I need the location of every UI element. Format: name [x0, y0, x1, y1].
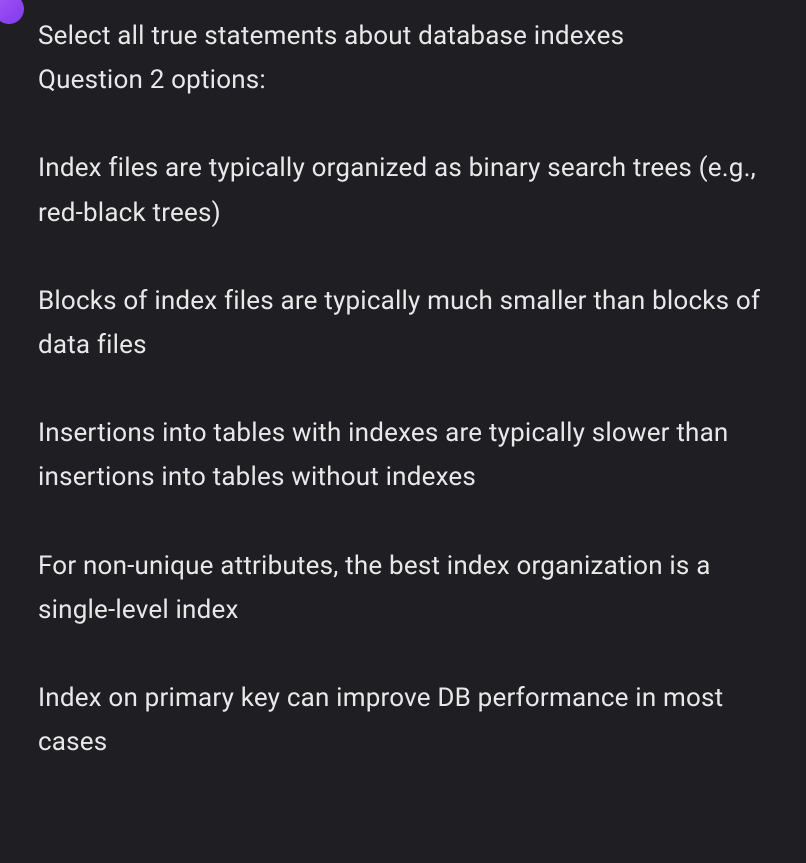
- option-3: Insertions into tables with indexes are …: [38, 411, 768, 499]
- question-content: Select all true statements about databas…: [38, 14, 768, 764]
- question-header: Select all true statements about databas…: [38, 14, 768, 102]
- option-2: Blocks of index files are typically much…: [38, 279, 768, 367]
- option-5: Index on primary key can improve DB perf…: [38, 676, 768, 764]
- option-1: Index files are typically organized as b…: [38, 146, 768, 234]
- question-prompt: Select all true statements about databas…: [38, 14, 768, 58]
- question-label: Question 2 options:: [38, 58, 768, 102]
- option-4: For non-unique attributes, the best inde…: [38, 544, 768, 632]
- avatar: [0, 0, 24, 24]
